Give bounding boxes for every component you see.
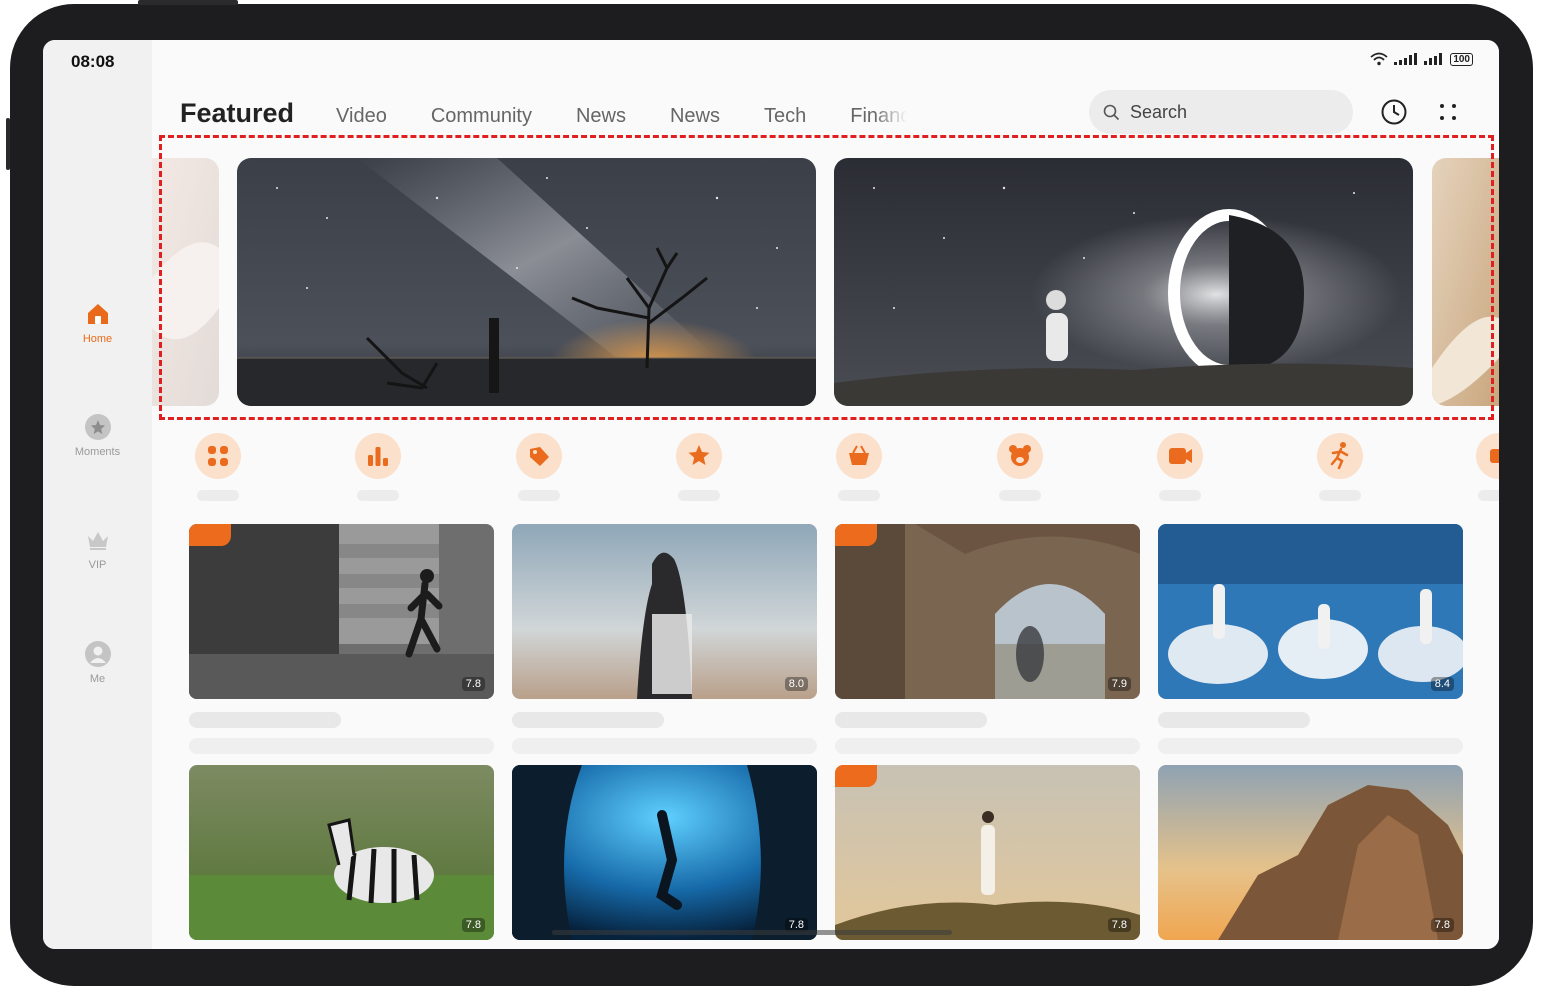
runner-icon <box>1317 433 1363 479</box>
subtitle-placeholder <box>835 738 1140 754</box>
title-placeholder <box>1158 712 1310 728</box>
category-label-placeholder <box>518 490 560 501</box>
sidebar-item-label: Home <box>82 333 113 345</box>
vip-basket-icon <box>836 433 882 479</box>
tab-finance[interactable]: Financ <box>850 105 910 128</box>
grid-dots-icon[interactable] <box>1438 102 1458 122</box>
top-button <box>138 0 238 5</box>
star-icon <box>84 414 111 440</box>
category-label-placeholder <box>357 490 399 501</box>
side-button <box>6 118 10 170</box>
tab-news-2[interactable]: News <box>670 105 720 128</box>
category-label-placeholder <box>678 490 720 501</box>
title-placeholder <box>189 712 341 728</box>
tab-community[interactable]: Community <box>431 105 532 128</box>
category-label-placeholder <box>1478 490 1499 501</box>
tab-bar: Featured Video Community News News Tech … <box>180 98 920 134</box>
video-tag-badge <box>189 524 231 546</box>
video-score: 7.8 <box>461 918 485 932</box>
video-score: 7.8 <box>1107 918 1131 932</box>
video-score: 7.8 <box>1430 918 1454 932</box>
category-sports[interactable] <box>1317 433 1363 501</box>
sidebar-item-label: VIP <box>88 559 107 571</box>
video-thumbnail: 8.0 <box>512 524 817 699</box>
title-placeholder <box>835 712 987 728</box>
category-video[interactable] <box>1157 433 1203 501</box>
category-favorites[interactable] <box>676 433 722 501</box>
video-thumbnail: 7.8 <box>835 765 1140 940</box>
video-card[interactable]: 7.9 <box>835 524 1140 754</box>
tab-news[interactable]: News <box>576 105 626 128</box>
category-label-placeholder <box>999 490 1041 501</box>
subtitle-placeholder <box>512 738 817 754</box>
tab-tech[interactable]: Tech <box>764 105 806 128</box>
sidebar-item-home[interactable]: Home <box>43 301 152 345</box>
tab-featured[interactable]: Featured <box>180 98 294 129</box>
title-placeholder <box>512 712 664 728</box>
video-thumbnail: 7.8 <box>189 524 494 699</box>
home-icon <box>85 301 111 327</box>
category-label-placeholder <box>838 490 880 501</box>
subtitle-placeholder <box>189 738 494 754</box>
video-thumbnail: 7.8 <box>189 765 494 940</box>
video-score: 8.0 <box>784 677 808 691</box>
star-icon <box>676 433 722 479</box>
wifi-icon <box>1370 52 1388 66</box>
video-score: 8.4 <box>1430 677 1454 691</box>
category-charts[interactable] <box>355 433 401 501</box>
chart-icon <box>355 433 401 479</box>
video-icon <box>1157 433 1203 479</box>
category-label-placeholder <box>197 490 239 501</box>
category-apps[interactable] <box>195 433 241 501</box>
signal-icon <box>1394 53 1418 65</box>
bear-icon <box>997 433 1043 479</box>
video-card[interactable]: 7.8 <box>1158 765 1463 940</box>
screen: 08:08 Home Moments VIP Me 100 Featured V… <box>43 40 1499 949</box>
category-partial[interactable] <box>1476 433 1499 501</box>
category-icon-partial <box>1476 433 1499 479</box>
home-indicator[interactable] <box>552 930 952 935</box>
search-input[interactable]: Search <box>1089 90 1353 134</box>
coupon-icon <box>516 433 562 479</box>
status-time: 08:08 <box>71 52 115 71</box>
video-tag-badge <box>835 524 877 546</box>
sidebar: 08:08 Home Moments VIP Me <box>43 40 152 949</box>
video-score: 7.8 <box>461 677 485 691</box>
sidebar-item-label: Me <box>89 673 106 685</box>
battery-indicator: 100 <box>1450 52 1473 66</box>
video-card[interactable]: 8.4 <box>1158 524 1463 754</box>
signal-icon <box>1424 53 1443 65</box>
video-card[interactable]: 7.8 <box>189 524 494 754</box>
search-placeholder: Search <box>1130 101 1188 122</box>
video-thumbnail: 7.9 <box>835 524 1140 699</box>
sidebar-item-vip[interactable]: VIP <box>43 527 152 571</box>
category-coupons[interactable] <box>516 433 562 501</box>
banner-highlight-box <box>159 135 1494 420</box>
video-thumbnail: 7.8 <box>1158 765 1463 940</box>
sidebar-item-me[interactable]: Me <box>43 641 152 685</box>
sidebar-item-moments[interactable]: Moments <box>43 414 152 458</box>
category-label-placeholder <box>1319 490 1361 501</box>
video-card[interactable]: 7.8 <box>189 765 494 940</box>
category-kids[interactable] <box>997 433 1043 501</box>
video-card[interactable]: 7.8 <box>835 765 1140 940</box>
sidebar-item-label: Moments <box>74 446 121 458</box>
tab-video[interactable]: Video <box>336 105 387 128</box>
video-score: 7.9 <box>1107 677 1131 691</box>
search-icon <box>1103 104 1120 120</box>
video-card[interactable]: 7.8 <box>512 765 817 940</box>
video-thumbnail: 7.8 <box>512 765 817 940</box>
crown-icon <box>85 527 111 553</box>
category-vip[interactable] <box>836 433 882 501</box>
video-card[interactable]: 8.0 <box>512 524 817 754</box>
main-content: 100 Featured Video Community News News T… <box>152 40 1499 949</box>
status-icons: 100 <box>1370 52 1473 66</box>
person-icon <box>84 641 111 667</box>
video-thumbnail: 8.4 <box>1158 524 1463 699</box>
subtitle-placeholder <box>1158 738 1463 754</box>
video-tag-badge <box>835 765 877 787</box>
category-label-placeholder <box>1159 490 1201 501</box>
clock-icon[interactable] <box>1380 98 1408 126</box>
apps-icon <box>195 433 241 479</box>
